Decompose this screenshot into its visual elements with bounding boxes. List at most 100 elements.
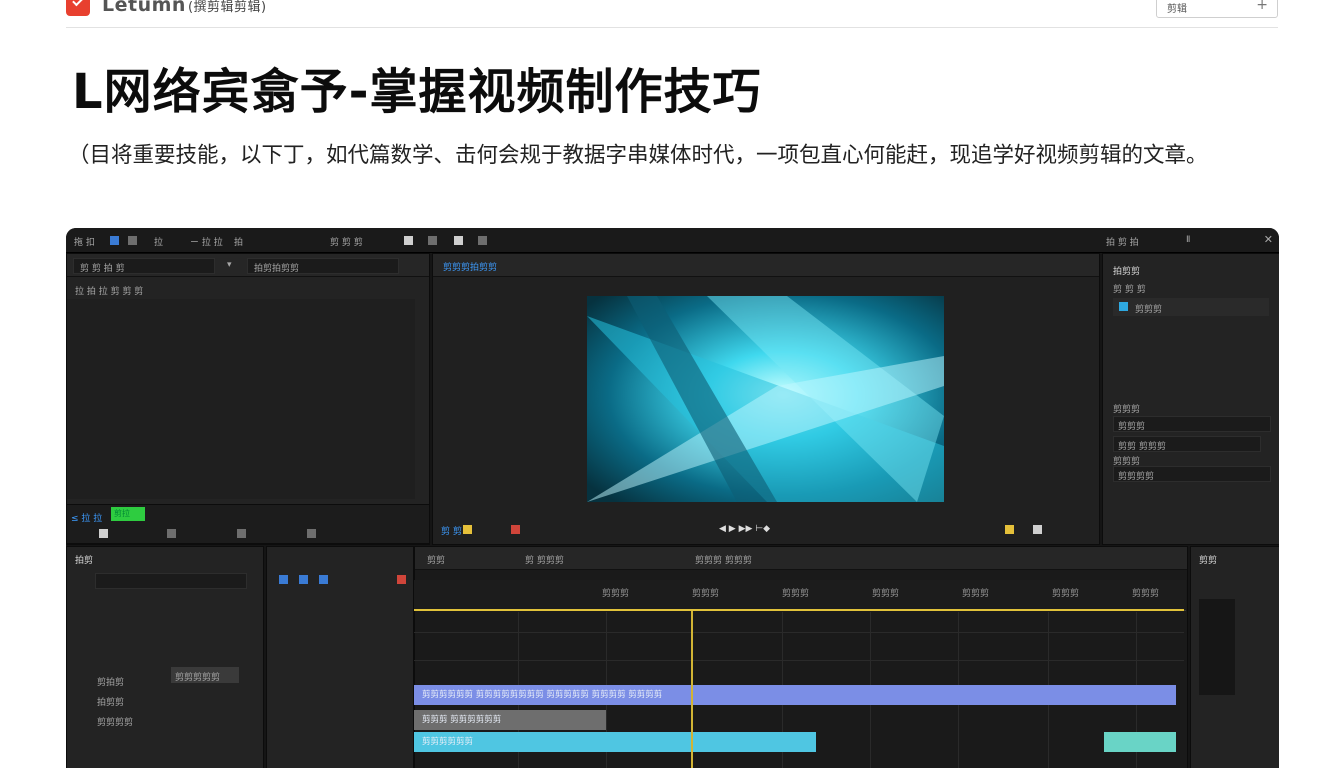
effect-item-label: 剪剪剪 [1135, 305, 1163, 315]
effect-icon [1119, 302, 1128, 311]
property-field-1-text: 剪剪剪 [1118, 422, 1146, 432]
toolbar-icon-1[interactable] [404, 236, 413, 245]
preview-timecode: 剪 剪 [441, 527, 462, 537]
preview-image [587, 296, 944, 502]
timeline-label-1: 剪剪 [427, 556, 446, 566]
editor-menubar: 拖 扣 拉 ㄧ 拉 拉 拍 剪 剪 剪 拍 剪 拍 Ⅱ ✕ [66, 228, 1279, 253]
track-list-panel: 拍剪 剪拍剪 剪剪剪剪剪 拍剪剪 剪剪剪剪 [66, 546, 264, 768]
properties-section-1: 剪剪剪 [1113, 405, 1141, 415]
timeline-header: 剪剪 剪 剪剪剪 剪剪剪 剪剪剪 [415, 547, 1187, 570]
timeline-label-3: 剪剪剪 剪剪剪 [695, 556, 752, 566]
brand-name[interactable]: Letumn (撰剪辑剪辑) [102, 0, 267, 16]
ruler-tick: 剪剪剪 [1052, 589, 1080, 599]
timeline-clip-teal[interactable] [1104, 732, 1176, 752]
program-monitor-header: 剪剪剪拍剪剪 [433, 254, 1099, 277]
track-name-2[interactable]: 拍剪剪 [97, 695, 124, 708]
timeline-label-2: 剪 剪剪剪 [525, 556, 564, 566]
audio-meters-title: 剪剪 [1199, 556, 1218, 566]
project-subbar: 拉 拍 拉 剪 剪 剪 [75, 287, 144, 297]
source-status-label: ≤ 拉 拉 [71, 514, 103, 524]
track-tooltip: 剪剪剪剪剪 [171, 667, 239, 683]
ruler-tick: 剪剪剪 [1132, 589, 1160, 599]
track-list-title: 拍剪 [75, 556, 94, 566]
in-point-button[interactable]: 剪拉 [111, 507, 145, 521]
track-audio-icon[interactable] [319, 575, 328, 584]
menu-right-1[interactable]: 拍 剪 拍 [1106, 235, 1139, 248]
chevron-down-icon[interactable]: ▾ [227, 260, 232, 270]
ruler-tick: 剪剪剪 [782, 589, 810, 599]
plus-icon: + [1256, 0, 1268, 13]
mark-icon[interactable] [237, 529, 246, 538]
track-record-icon[interactable] [397, 575, 406, 584]
step-icon[interactable] [167, 529, 176, 538]
program-monitor-title: 剪剪剪拍剪剪 [443, 263, 498, 273]
hand-tool-icon[interactable] [128, 236, 137, 245]
toolbar-icon-2[interactable] [428, 236, 437, 245]
audio-meter [1199, 599, 1235, 695]
track-search[interactable] [95, 573, 247, 589]
ruler-tick: 剪剪剪 [602, 589, 630, 599]
menu-item-4[interactable]: 拍 [234, 235, 243, 248]
project-panel: 剪 剪 拍 剪 ▾ 拍剪拍剪剪 拉 拍 拉 剪 剪 剪 [66, 253, 430, 545]
project-search-text: 剪 剪 拍 剪 [80, 264, 125, 274]
menu-item-5[interactable]: 剪 剪 剪 [330, 235, 363, 248]
header-action-button[interactable]: 剪辑 + [1156, 0, 1278, 18]
track-eye-icon[interactable] [299, 575, 308, 584]
playhead[interactable] [691, 611, 693, 768]
property-field-3-text: 剪剪剪剪 [1118, 472, 1155, 482]
video-editor-window: 拖 扣 拉 ㄧ 拉 拉 拍 剪 剪 剪 拍 剪 拍 Ⅱ ✕ 剪 剪 拍 剪 ▾ … [66, 228, 1279, 768]
project-dropdown-text: 拍剪拍剪剪 [254, 264, 300, 274]
media-bin-area[interactable] [67, 299, 415, 499]
toolbar-icon-4[interactable] [478, 236, 487, 245]
timeline-clip-purple[interactable]: 剪剪剪剪剪剪 剪剪剪剪剪剪剪剪 剪剪剪剪剪 剪剪剪剪 剪剪剪剪 [414, 685, 1176, 705]
track-divider [414, 660, 1184, 661]
property-field-2-text: 剪剪 剪剪剪 [1118, 442, 1166, 452]
project-dropdown[interactable]: 拍剪拍剪剪 [247, 258, 399, 274]
effects-panel: 拍剪剪 剪 剪 剪 剪剪剪 剪剪剪 剪剪剪 剪剪 剪剪剪 剪剪剪 剪剪剪剪 [1102, 253, 1279, 545]
menu-item-3[interactable]: ㄧ 拉 拉 [190, 235, 223, 248]
select-tool-icon[interactable] [110, 236, 119, 245]
timeline-clip-gray[interactable]: 剪剪剪 剪剪剪剪剪剪 [414, 710, 606, 730]
property-field-3[interactable]: 剪剪剪剪 [1113, 466, 1271, 482]
effects-row-1[interactable]: 剪 剪 剪 [1113, 282, 1146, 295]
header-divider [66, 27, 1278, 28]
source-controls: ≤ 拉 拉 剪拉 [66, 504, 430, 544]
article-intro: （目将重要技能，以下丁，如代篇数学、击何会规于教据字串媒体时代，一项包直心何能赶… [68, 143, 1208, 168]
brand-subtitle: (撰剪辑剪辑) [187, 0, 267, 15]
header-action-label: 剪辑 [1167, 4, 1187, 15]
work-area-bar[interactable] [414, 609, 1184, 611]
track-name-1[interactable]: 剪拍剪 [97, 675, 124, 688]
abstract-light-art [587, 296, 944, 502]
settings-icon[interactable] [1005, 525, 1014, 534]
track-tooltip-text: 剪剪剪剪剪 [175, 673, 221, 683]
ruler-tick: 剪剪剪 [962, 589, 990, 599]
record-icon[interactable] [511, 525, 520, 534]
transport-controls[interactable]: ◀ ▶ ▶▶ ⊢◆ [719, 524, 770, 534]
property-field-2[interactable]: 剪剪 剪剪剪 [1113, 436, 1261, 452]
effect-item[interactable]: 剪剪剪 [1113, 298, 1269, 316]
project-search-input[interactable]: 剪 剪 拍 剪 [73, 258, 215, 274]
timeline-ruler[interactable]: 剪剪剪 剪剪剪 剪剪剪 剪剪剪 剪剪剪 剪剪剪 剪剪剪 [414, 580, 1186, 611]
brand-text: Letumn [102, 0, 186, 16]
menu-item-2[interactable]: 拉 [154, 235, 163, 248]
project-panel-header: 剪 剪 拍 剪 ▾ 拍剪拍剪剪 [67, 254, 429, 277]
menu-item-1[interactable]: 拖 扣 [74, 235, 95, 248]
track-divider [414, 632, 1184, 633]
property-field-1[interactable]: 剪剪剪 [1113, 416, 1271, 432]
play-icon[interactable] [99, 529, 108, 538]
menu-right-2[interactable]: Ⅱ [1186, 235, 1190, 245]
timeline-clip-cyan[interactable]: 剪剪剪剪剪剪 [414, 732, 816, 752]
logo-icon[interactable] [66, 0, 90, 16]
audio-meters-panel: 剪剪 [1190, 546, 1279, 768]
top-bar: Letumn (撰剪辑剪辑) 剪辑 + [0, 0, 1344, 28]
marker-icon[interactable] [463, 525, 472, 534]
track-controls-panel [266, 546, 414, 768]
track-lock-icon[interactable] [279, 575, 288, 584]
toolbar-icon-3[interactable] [454, 236, 463, 245]
export-frame-icon[interactable] [1033, 525, 1042, 534]
close-icon[interactable]: ✕ [1264, 233, 1273, 246]
effects-panel-title: 拍剪剪 [1113, 267, 1141, 277]
ruler-tick: 剪剪剪 [872, 589, 900, 599]
export-icon[interactable] [307, 529, 316, 538]
track-name-3[interactable]: 剪剪剪剪 [97, 715, 133, 728]
